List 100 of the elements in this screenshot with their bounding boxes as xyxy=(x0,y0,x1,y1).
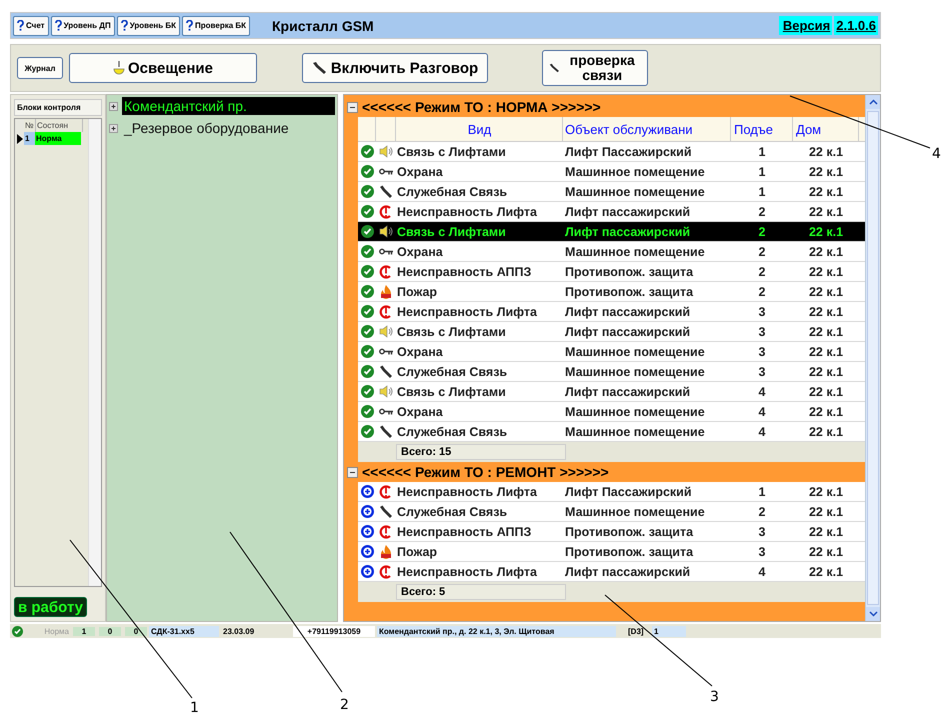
table-cell-text: Неисправность Лифта xyxy=(396,304,538,321)
table-cell-text: 22 к.1 xyxy=(808,524,844,540)
expand-icon[interactable] xyxy=(109,102,118,110)
column-header[interactable]: Объект обслуживани xyxy=(563,117,731,141)
table-cell-text: 3 xyxy=(758,364,766,380)
toolbar-button[interactable]: Освещение xyxy=(69,53,257,83)
event-row[interactable]: Служебная Связь Машинное помещение 2 22 к.1 xyxy=(358,502,865,522)
toolbar-button[interactable]: проверка связи xyxy=(542,50,648,86)
scrollbar[interactable] xyxy=(865,95,880,621)
table-cell-text: 22 к.1 xyxy=(808,224,844,240)
toolbar-button[interactable]: Включить Разговор xyxy=(302,53,488,83)
table-cell-text: Машинное помещение xyxy=(564,244,706,260)
table-cell-text: Лифт пассажирский xyxy=(564,324,692,341)
event-row[interactable]: Пожар Противопож. защита 3 22 к.1 xyxy=(358,542,865,562)
event-row[interactable]: Служебная Связь Машинное помещение 1 22 к.1 xyxy=(358,182,865,202)
table-cell-text: 22 к.1 xyxy=(808,164,844,180)
table-cell-text: 1 xyxy=(758,484,766,500)
table-cell-text: 1 xyxy=(758,184,766,200)
status-field: +79119913059 xyxy=(293,626,375,636)
status-cell: Норма xyxy=(35,132,81,145)
help-button[interactable]: Уровень БК xyxy=(116,16,180,36)
table-cell-text: 22 к.1 xyxy=(808,184,844,200)
event-row[interactable]: Связь с Лифтами Лифт пассажирский 4 22 к.1 xyxy=(358,382,865,402)
table-cell-text: Связь с Лифтами xyxy=(396,144,507,161)
collapse-icon[interactable] xyxy=(347,466,358,478)
table-cell-text: 2 xyxy=(758,224,766,240)
event-row[interactable]: Неисправность АППЗ Противопож. защита 2 22 к.1 xyxy=(358,262,865,282)
key-icon xyxy=(379,408,393,415)
table-cell-text: 4 xyxy=(758,404,766,420)
scrollbar[interactable] xyxy=(88,119,101,586)
help-button[interactable]: Счет xyxy=(13,16,49,36)
event-row[interactable]: Неисправность АППЗ Противопож. защита 3 22 к.1 xyxy=(358,522,865,542)
table-cell-text: 22 к.1 xyxy=(808,484,844,500)
table-cell-text: Связь с Лифтами xyxy=(396,324,507,341)
help-icon xyxy=(186,20,194,31)
toolbar-button[interactable]: Журнал xyxy=(17,57,63,79)
table-cell-text: Лифт пассажирский xyxy=(564,204,692,221)
table-cell-text: Пожар xyxy=(396,284,438,301)
collapse-icon[interactable] xyxy=(347,102,358,112)
event-row[interactable]: Связь с Лифтами Лифт пассажирский 2 22 к.1 xyxy=(358,222,865,242)
table-cell-text: 1 xyxy=(758,144,766,160)
column-header[interactable]: Вид xyxy=(396,117,563,141)
tree-item[interactable]: Комендантский пр. xyxy=(122,97,335,115)
event-row[interactable]: Служебная Связь Машинное помещение 3 22 к.1 xyxy=(358,362,865,382)
group-title: <<<<<< Режим ТО : НОРМА >>>>>> xyxy=(362,99,601,115)
table-cell-text: 22 к.1 xyxy=(808,504,844,520)
event-row[interactable]: Неисправность Лифта Лифт пассажирский 3 22 к.1 xyxy=(358,302,865,322)
table-cell-text: Неисправность Лифта xyxy=(396,484,538,501)
event-row[interactable]: Охрана Машинное помещение 2 22 к.1 xyxy=(358,242,865,262)
table-cell-text: Лифт пассажирский xyxy=(564,224,692,241)
fire-icon xyxy=(379,544,393,558)
table-cell-text: 4 xyxy=(758,424,766,440)
alarm-icon xyxy=(379,304,393,318)
group-title: <<<<<< Режим ТО : РЕМОНТ >>>>>> xyxy=(362,464,609,480)
table-cell: 1 xyxy=(24,132,35,145)
tree-item[interactable]: _Резервое оборудование xyxy=(122,119,291,137)
panel-title: Блоки контроля xyxy=(14,99,102,116)
alarm-icon xyxy=(379,524,393,538)
table-cell-text: 2 xyxy=(758,264,766,280)
event-row[interactable]: Охрана Машинное помещение 3 22 к.1 xyxy=(358,342,865,362)
table-cell-text: Охрана xyxy=(396,404,444,421)
table-cell-text: 22 к.1 xyxy=(808,384,844,400)
status-field: 1 xyxy=(652,626,686,636)
table-cell-text: Лифт пассажирский xyxy=(564,564,692,581)
counter-cell: 0 xyxy=(99,626,121,636)
expand-icon[interactable] xyxy=(109,124,118,132)
table-cell-text: Неисправность АППЗ xyxy=(396,264,532,281)
table-cell-text: 22 к.1 xyxy=(808,284,844,300)
help-button[interactable]: Проверка БК xyxy=(182,16,250,36)
event-row[interactable]: Неисправность Лифта Лифт Пассажирский 1 22 к.1 xyxy=(358,482,865,502)
table-cell-text: 22 к.1 xyxy=(808,424,844,440)
scroll-up-icon[interactable] xyxy=(868,99,878,105)
status-field: СДК-31.хх5 xyxy=(149,626,219,636)
table-cell-text: Машинное помещение xyxy=(564,504,706,520)
event-row[interactable]: Связь с Лифтами Лифт пассажирский 3 22 к.1 xyxy=(358,322,865,342)
table-cell-text: Пожар xyxy=(396,544,438,561)
event-row[interactable]: Пожар Противопож. защита 2 22 к.1 xyxy=(358,282,865,302)
event-row[interactable]: Связь с Лифтами Лифт Пассажирский 1 22 к.1 xyxy=(358,142,865,162)
check-icon xyxy=(12,626,23,636)
version-number[interactable]: 2.1.0.6 xyxy=(834,16,878,35)
help-icon xyxy=(54,20,62,31)
column-header[interactable]: Дом xyxy=(793,117,859,141)
table-cell-text: Охрана xyxy=(396,344,444,361)
table-cell-text: Противопож. защита xyxy=(564,544,694,561)
table-cell-text: Машинное помещение xyxy=(564,404,706,420)
table-cell-text: 2 xyxy=(758,244,766,260)
table-cell-text: Противопож. защита xyxy=(564,284,694,301)
help-button[interactable]: Уровень ДП xyxy=(50,16,115,36)
alarm-icon xyxy=(379,204,393,218)
table-cell-text: 22 к.1 xyxy=(808,264,844,280)
event-row[interactable]: Охрана Машинное помещение 1 22 к.1 xyxy=(358,162,865,182)
event-row[interactable]: Охрана Машинное помещение 4 22 к.1 xyxy=(358,402,865,422)
scroll-down-icon[interactable] xyxy=(868,611,878,617)
table-cell-text: 22 к.1 xyxy=(808,344,844,360)
table-cell-text: 22 к.1 xyxy=(808,144,844,160)
help-icon xyxy=(17,20,24,31)
column-header[interactable]: Подъе xyxy=(731,117,793,141)
version-label[interactable]: Версия xyxy=(778,16,832,35)
to-work-button[interactable]: в работу xyxy=(14,597,88,617)
table-cell-text: 2 xyxy=(758,284,766,300)
